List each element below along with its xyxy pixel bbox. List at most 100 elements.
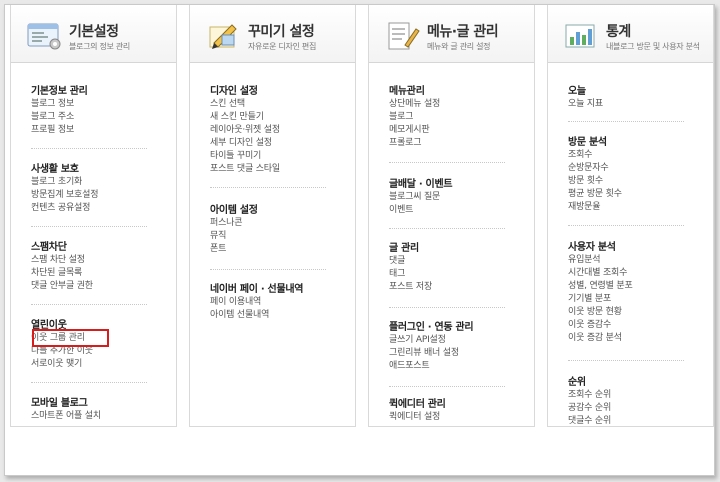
menu-link-post-comment-style[interactable]: 포스트 댓글 스타일 [210,163,340,176]
menu-link-blogc-question[interactable]: 블로그씨 질문 [389,191,519,204]
column-subtitle: 자유로운 디자인 편집 [248,42,317,51]
section-heading: 기본정보 관리 [31,86,88,97]
menu-link-hourly-views[interactable]: 시간대별 조회수 [568,267,698,280]
section-divider [31,148,147,149]
section-design: 디자인 설정 스킨 선택 새 스킨 만들기 레이아웃·위젯 설정 세부 디자인 … [210,85,340,176]
menu-link-blog[interactable]: 블로그 [389,111,519,124]
highlight-box [32,329,109,347]
section-post-management: 글 관리 댓글 태그 포스트 저장 [389,242,519,294]
column-subtitle: 블로그의 정보 관리 [69,42,130,51]
section-heading: 글배달 · 이벤트 [389,179,453,190]
menu-link-spam-settings[interactable]: 스팸 차단 설정 [31,254,161,267]
menu-link-blocked-posts[interactable]: 차단된 글목록 [31,267,161,280]
menu-link-detail-design[interactable]: 세부 디자인 설정 [210,137,340,150]
menu-link-profile-info[interactable]: 프로필 정보 [31,124,161,137]
menu-link-gender-age[interactable]: 성별, 연령별 분포 [568,280,698,293]
menu-link-adpost[interactable]: 애드포스트 [389,360,519,373]
section-naver-pay: 네이버 페이 · 선물내역 페이 이용내역 아이템 선물내역 [210,283,340,322]
menu-link-inflow-analysis[interactable]: 유입분석 [568,254,698,267]
section-divider [31,226,147,227]
menu-link-view-count[interactable]: 조회수 [568,149,698,162]
section-heading: 모바일 블로그 [31,398,88,409]
section-heading: 플러그인 · 연동 관리 [389,322,474,333]
menu-link-green-review-banner[interactable]: 그린리뷰 배너 설정 [389,347,519,360]
menu-link-font[interactable]: 폰트 [210,243,340,256]
menu-link-skin-select[interactable]: 스킨 선택 [210,98,340,111]
menu-link-neighbor-change-analysis[interactable]: 이웃 증감 분석 [568,332,698,345]
column-basic-settings: 기본설정 블로그의 정보 관리 기본정보 관리 블로그 정보 블로그 주소 프로… [10,5,177,427]
section-items: 아이템 설정 퍼스나콘 뮤직 폰트 [210,204,340,256]
menu-link-smartphone-app[interactable]: 스마트폰 어플 설치 [31,410,161,423]
menu-link-visit-count-protection[interactable]: 방문집계 보호설정 [31,189,161,202]
menu-link-new-skin[interactable]: 새 스킨 만들기 [210,111,340,124]
menu-link-event[interactable]: 이벤트 [389,204,519,217]
menu-link-visit-count[interactable]: 방문 횟수 [568,175,698,188]
column-design-settings: 꾸미기 설정 자유로운 디자인 편집 디자인 설정 스킨 선택 새 스킨 만들기… [189,5,356,427]
section-divider [31,304,147,305]
section-heading: 퀵에디터 관리 [389,399,446,410]
section-mobile-blog: 모바일 블로그 스마트폰 어플 설치 [31,397,161,423]
section-heading: 디자인 설정 [210,86,258,97]
menu-link-music[interactable]: 뮤직 [210,230,340,243]
menu-link-memo-board[interactable]: 메모게시판 [389,124,519,137]
section-divider [389,162,505,163]
column-statistics: 통계 내블로그 방문 및 사용자 분석 오늘 오늘 지표 방문 분석 조회수 순… [547,5,714,427]
menu-link-gift-history[interactable]: 아이템 선물내역 [210,309,340,322]
section-today: 오늘 오늘 지표 [568,85,698,111]
column-title: 기본설정 [69,24,119,40]
section-menu-management: 메뉴관리 상단메뉴 설정 블로그 메모게시판 프롤로그 [389,85,519,150]
menu-link-average-visits[interactable]: 평균 방문 횟수 [568,188,698,201]
menu-link-quick-editor-settings[interactable]: 퀵에디터 설정 [389,411,519,424]
section-plugin-integration: 플러그인 · 연동 관리 글쓰기 API설정 그린리뷰 배너 설정 애드포스트 [389,321,519,373]
menu-link-blog-address[interactable]: 블로그 주소 [31,111,161,124]
menu-link-today-metrics[interactable]: 오늘 지표 [568,98,698,111]
menu-link-blog-info[interactable]: 블로그 정보 [31,98,161,111]
section-heading: 아이템 설정 [210,205,258,216]
section-heading: 사용자 분석 [568,242,616,253]
menu-link-like-ranking[interactable]: 공감수 순위 [568,402,698,415]
menu-link-content-sharing[interactable]: 컨텐츠 공유설정 [31,202,161,215]
menu-link-unique-visitors[interactable]: 순방문자수 [568,162,698,175]
section-divider [568,225,684,226]
menu-link-layout-widget[interactable]: 레이아웃·위젯 설정 [210,124,340,137]
menu-link-write-api[interactable]: 글쓰기 API설정 [389,334,519,347]
section-divider [389,307,505,308]
menu-link-title-decoration[interactable]: 타이틀 꾸미기 [210,150,340,163]
blog-admin-window: 기본설정 블로그의 정보 관리 기본정보 관리 블로그 정보 블로그 주소 프로… [4,4,715,476]
section-heading: 글 관리 [389,243,419,254]
menu-link-personacon[interactable]: 퍼스나콘 [210,217,340,230]
column-subtitle: 메뉴와 글 관리 설정 [427,42,491,51]
menu-link-view-ranking[interactable]: 조회수 순위 [568,389,698,402]
section-divider [389,386,505,387]
menu-link-tags[interactable]: 태그 [389,268,519,281]
menu-link-mutual-neighbors[interactable]: 서로이웃 맺기 [31,358,161,371]
section-heading: 네이버 페이 · 선물내역 [210,284,304,295]
menu-link-top-menu[interactable]: 상단메뉴 설정 [389,98,519,111]
menu-link-neighbor-change[interactable]: 이웃 증감수 [568,319,698,332]
section-heading: 방문 분석 [568,137,607,148]
menu-link-device-distribution[interactable]: 기기별 분포 [568,293,698,306]
menu-link-revisit-rate[interactable]: 재방문율 [568,201,698,214]
statistics-chart-icon [565,24,595,48]
column-title: 꾸미기 설정 [248,24,315,40]
section-visit-analysis: 방문 분석 조회수 순방문자수 방문 횟수 평균 방문 횟수 재방문율 [568,136,698,214]
menu-link-blog-reset[interactable]: 블로그 초기화 [31,176,161,189]
settings-window-icon [27,23,61,50]
section-heading: 사생활 보호 [31,164,79,175]
section-divider [31,382,147,383]
menu-link-neighbor-visits[interactable]: 이웃 방문 현황 [568,306,698,319]
menu-link-comments[interactable]: 댓글 [389,255,519,268]
section-privacy: 사생활 보호 블로그 초기화 방문집계 보호설정 컨텐츠 공유설정 [31,163,161,215]
section-post-delivery-event: 글배달 · 이벤트 블로그씨 질문 이벤트 [389,178,519,217]
column-subtitle: 내블로그 방문 및 사용자 분석 [606,42,700,51]
menu-link-post-save[interactable]: 포스트 저장 [389,281,519,294]
menu-link-comment-permission[interactable]: 댓글 안부글 권한 [31,280,161,293]
section-heading: 스팸차단 [31,242,67,253]
column-title: 통계 [606,24,631,40]
column-header: 기본설정 블로그의 정보 관리 [11,5,176,63]
menu-link-comment-ranking[interactable]: 댓글수 순위 [568,415,698,428]
section-divider [568,121,684,122]
section-user-analysis: 사용자 분석 유입분석 시간대별 조회수 성별, 연령별 분포 기기별 분포 이… [568,241,698,345]
menu-link-prologue[interactable]: 프롤로그 [389,137,519,150]
menu-link-pay-history[interactable]: 페이 이용내역 [210,296,340,309]
